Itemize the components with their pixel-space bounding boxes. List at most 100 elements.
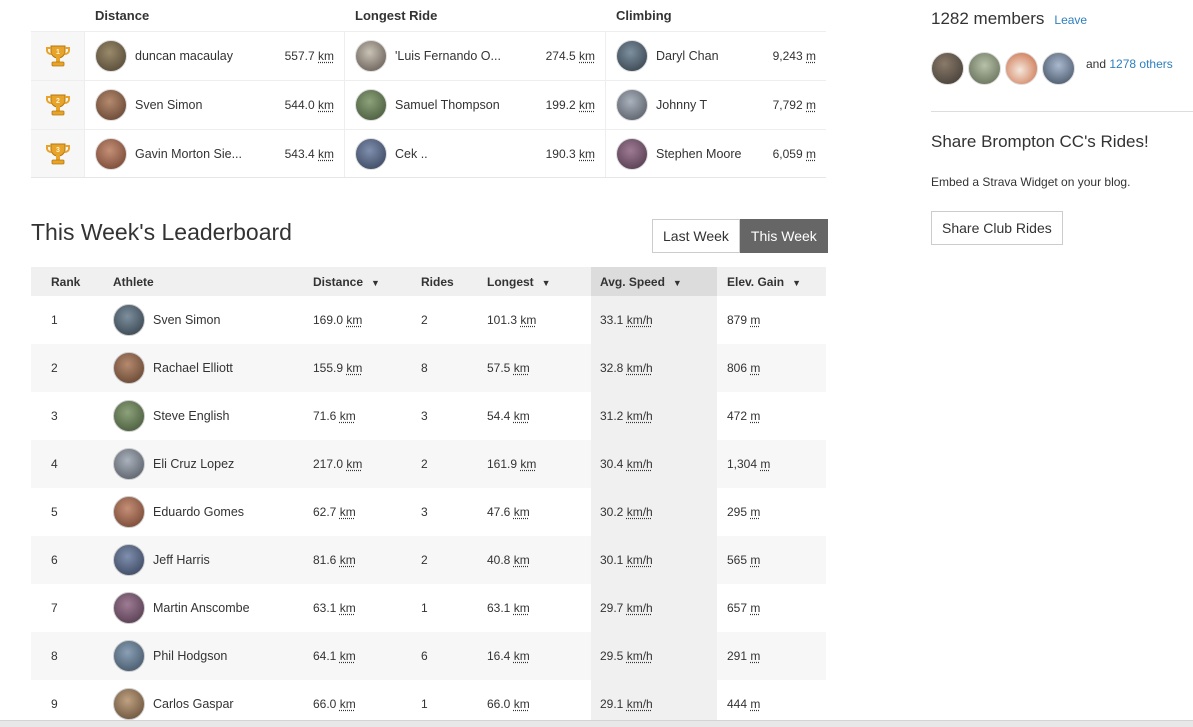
- unit-label: m: [750, 697, 761, 711]
- sort-arrow-icon[interactable]: ▼: [792, 278, 801, 288]
- athlete-name-link[interactable]: Gavin Morton Sie...: [135, 147, 279, 161]
- athlete-name-link[interactable]: Sven Simon: [153, 313, 220, 327]
- avatar[interactable]: [95, 137, 127, 170]
- athlete-name-link[interactable]: Rachael Elliott: [153, 361, 233, 375]
- avatar[interactable]: [355, 40, 387, 72]
- athlete-cell: Martin Anscombe: [113, 584, 313, 632]
- member-avatar[interactable]: [1005, 52, 1038, 85]
- member-avatar[interactable]: [1042, 52, 1075, 85]
- leaders-header-longest: Longest Ride: [355, 8, 438, 23]
- sidebar-divider: [931, 111, 1193, 112]
- athlete-name-link[interactable]: Cek ..: [395, 147, 540, 161]
- avatar[interactable]: [355, 137, 387, 170]
- distance-cell: 62.7 km: [313, 505, 356, 519]
- leader-value: 7,792 m: [772, 98, 816, 112]
- leader-row: 2 Sven Simon 544.0 km Samuel Thompson 199.2 …: [31, 80, 826, 129]
- member-avatar[interactable]: [931, 52, 964, 85]
- athlete-cell: Steve English: [113, 392, 313, 440]
- leader-climbing-cell: Johnny T 7,792 m: [606, 81, 826, 129]
- leader-longest-cell: Cek .. 190.3 km: [345, 130, 606, 177]
- unit-label: km/h: [626, 697, 653, 711]
- athlete-cell: Phil Hodgson: [113, 632, 313, 680]
- elev-gain-cell: 879 m: [727, 313, 761, 327]
- athlete-name-link[interactable]: Johnny T: [656, 98, 767, 112]
- avatar[interactable]: [113, 640, 145, 672]
- unit-label: m: [806, 49, 816, 63]
- column-header-longest[interactable]: Longest ▼: [487, 267, 591, 296]
- athlete-name-link[interactable]: Phil Hodgson: [153, 649, 227, 663]
- athlete-cell: Jeff Harris: [113, 536, 313, 584]
- unit-label: km: [339, 697, 356, 711]
- avatar[interactable]: [616, 40, 648, 72]
- trophy-icon: 2: [31, 81, 85, 129]
- unit-label: m: [750, 601, 761, 615]
- rank-cell: 4: [31, 440, 113, 488]
- avatar[interactable]: [95, 40, 127, 72]
- avatar[interactable]: [355, 89, 387, 121]
- leader-row: 1 duncan macaulay 557.7 km 'Luis Fernando O…: [31, 31, 826, 80]
- elev-gain-cell: 291 m: [717, 632, 826, 680]
- avatar[interactable]: [616, 137, 648, 170]
- avg-speed-cell: 30.2 km/h: [591, 488, 717, 536]
- sort-arrow-icon[interactable]: ▼: [673, 278, 682, 288]
- athlete-cell: Rachael Elliott: [113, 344, 313, 392]
- unit-label: km: [520, 313, 537, 327]
- athlete-name-link[interactable]: Sven Simon: [135, 98, 279, 112]
- unit-label: km: [513, 361, 530, 375]
- avatar[interactable]: [113, 352, 145, 384]
- unit-label: km: [513, 601, 530, 615]
- table-row: 2 Rachael Elliott 155.9 km 8 57.5 km 32.8 km/…: [31, 344, 826, 392]
- unit-label: km: [513, 409, 530, 423]
- athlete-name-link[interactable]: Steve English: [153, 409, 229, 423]
- others-link[interactable]: 1278 others: [1109, 57, 1172, 71]
- athlete-name-link[interactable]: Martin Anscombe: [153, 601, 250, 615]
- trophy-rank-number: 1: [56, 49, 60, 56]
- avatar[interactable]: [113, 688, 145, 720]
- share-club-rides-button[interactable]: Share Club Rides: [931, 211, 1063, 245]
- this-week-button[interactable]: This Week: [739, 219, 828, 253]
- unit-label: km: [318, 98, 334, 112]
- avg-speed-cell: 30.4 km/h: [591, 440, 717, 488]
- avatar[interactable]: [113, 448, 145, 480]
- athlete-name-link[interactable]: Jeff Harris: [153, 553, 210, 567]
- avatar[interactable]: [616, 89, 648, 121]
- table-row: 7 Martin Anscombe 63.1 km 1 63.1 km 29.7 km/h…: [31, 584, 826, 632]
- unit-label: km: [339, 601, 356, 615]
- unit-label: km: [339, 505, 356, 519]
- leader-distance-cell: Gavin Morton Sie... 543.4 km: [85, 130, 345, 177]
- athlete-name-link[interactable]: Samuel Thompson: [395, 98, 540, 112]
- athlete-name-link[interactable]: Daryl Chan: [656, 49, 767, 63]
- leader-climbing-cell: Daryl Chan 9,243 m: [606, 32, 826, 80]
- leaders-header-climbing: Climbing: [616, 8, 672, 23]
- club-leaders: Distance Longest Ride Climbing 1 duncan m…: [31, 0, 826, 178]
- athlete-name-link[interactable]: Stephen Moore: [656, 147, 767, 161]
- last-week-button[interactable]: Last Week: [652, 219, 740, 253]
- horizontal-scrollbar[interactable]: [0, 720, 1193, 727]
- sort-arrow-icon[interactable]: ▼: [542, 278, 551, 288]
- athlete-name-link[interactable]: Eli Cruz Lopez: [153, 457, 234, 471]
- leader-longest-cell: Samuel Thompson 199.2 km: [345, 81, 606, 129]
- avatar[interactable]: [113, 400, 145, 432]
- table-row: 5 Eduardo Gomes 62.7 km 3 47.6 km 30.2 km/h 29…: [31, 488, 826, 536]
- column-header-avg-speed[interactable]: Avg. Speed ▼: [591, 267, 717, 296]
- sort-arrow-icon[interactable]: ▼: [371, 278, 380, 288]
- athlete-name-link[interactable]: Eduardo Gomes: [153, 505, 244, 519]
- athlete-name-link[interactable]: duncan macaulay: [135, 49, 279, 63]
- member-avatar[interactable]: [968, 52, 1001, 85]
- athlete-cell: Sven Simon: [113, 296, 313, 344]
- athlete-name-link[interactable]: Carlos Gaspar: [153, 697, 234, 711]
- avatar[interactable]: [113, 592, 145, 624]
- avatar[interactable]: [113, 304, 145, 336]
- rank-cell: 8: [31, 632, 113, 680]
- longest-cell: 101.3 km: [487, 313, 537, 327]
- leave-club-link[interactable]: Leave: [1054, 13, 1087, 27]
- unit-label: km: [318, 146, 334, 161]
- column-header-elev-gain[interactable]: Elev. Gain ▼: [717, 267, 826, 296]
- avatar[interactable]: [113, 496, 145, 528]
- avatar[interactable]: [113, 544, 145, 576]
- leaderboard-title: This Week's Leaderboard: [31, 219, 292, 245]
- athlete-name-link[interactable]: 'Luis Fernando O...: [395, 49, 540, 63]
- avatar[interactable]: [95, 89, 127, 121]
- column-header-distance[interactable]: Distance ▼: [313, 267, 421, 296]
- longest-cell: 54.4 km: [487, 409, 530, 423]
